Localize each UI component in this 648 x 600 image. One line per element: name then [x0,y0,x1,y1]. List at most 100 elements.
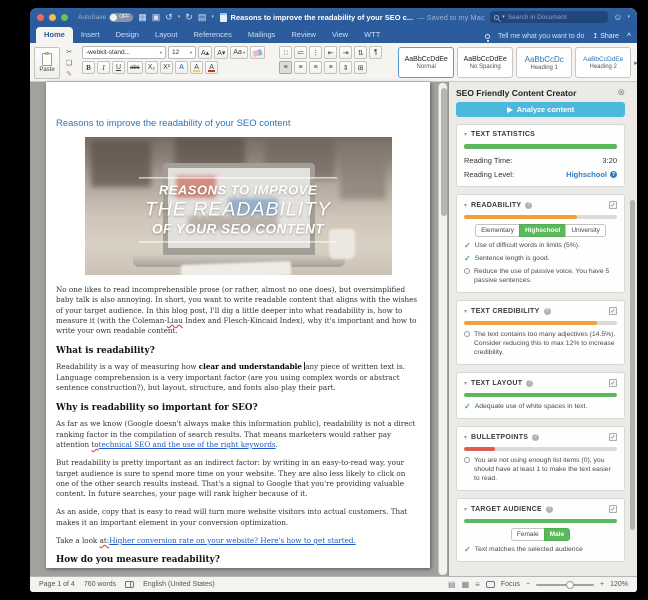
zoom-level[interactable]: 120% [610,581,628,588]
tab-insert[interactable]: Insert [73,27,108,43]
tab-wtt[interactable]: WTT [356,27,388,43]
tab-review[interactable]: Review [283,27,324,43]
text-run[interactable]: Readability is a way of measuring how [56,362,199,371]
search-caret-icon[interactable]: ▾ [502,14,505,20]
undo-caret-icon[interactable]: ▾ [178,14,181,20]
sort-button[interactable]: ⇅ [354,46,368,59]
zoom-out-button[interactable]: − [526,581,530,588]
document-scrollbar-thumb[interactable] [440,88,447,216]
superscript-button[interactable]: X² [160,61,174,74]
subscript-button[interactable]: X₂ [144,61,159,74]
save-icon[interactable]: ▣ [152,12,161,22]
spellcheck-icon[interactable] [125,581,135,588]
search-box[interactable]: ▾ [490,11,609,23]
align-right-button[interactable]: ≡ [309,61,323,74]
section-checkbox[interactable]: ✓ [609,379,617,387]
redo-icon[interactable]: ↻ [185,12,193,22]
help-icon[interactable]: ? [543,307,551,315]
misspelled-word[interactable]: at: [100,536,110,545]
indent-button[interactable]: ⇥ [339,46,353,59]
collapse-ribbon-icon[interactable]: ^ [627,33,631,40]
hero-image[interactable]: REASONS TO IMPROVE THE READABILITY OF YO… [84,137,392,275]
strikethrough-button[interactable]: abc [127,61,143,74]
help-icon[interactable]: ? [532,433,540,441]
chevron-down-icon[interactable]: ▾ [464,506,467,513]
hyperlink-conversion-rate[interactable]: Higher conversion rate on your website? … [109,536,356,545]
misspelled-word[interactable]: Liau [167,316,183,325]
doc-heading-title[interactable]: Reasons to improve the readability of yo… [56,118,420,129]
tab-layout[interactable]: Layout [147,27,186,43]
misspelled-word[interactable]: to [91,440,98,449]
language-indicator[interactable]: English (United States) [143,581,215,588]
style-no-spacing[interactable]: AaBbCcDdEe No Spacing [457,47,514,78]
paragraph-4[interactable]: But readability is pretty important as a… [56,458,420,499]
shrink-font-button[interactable]: A▾ [214,46,229,59]
chevron-down-icon[interactable]: ▾ [464,434,467,441]
clear-formatting-button[interactable] [250,46,266,59]
text-run[interactable]: Take a look [56,536,100,545]
style-normal[interactable]: AaBbCcDdEe Normal [398,47,455,78]
paragraph-1[interactable]: No one likes to read incomprehensible pr… [56,285,420,336]
section-checkbox[interactable]: ✓ [609,505,617,513]
feedback-caret-icon[interactable]: ▾ [627,14,630,20]
chevron-down-icon[interactable]: ▾ [464,131,467,138]
share-button[interactable]: ↥ Share [592,32,619,41]
hyperlink-technical-seo[interactable]: technical SEO and the use of the right k… [99,440,276,449]
style-heading-1[interactable]: AaBbCcDc Heading 1 [516,47,573,78]
toolbar-options-caret-icon[interactable]: ▾ [211,14,214,20]
numbered-list-button[interactable]: ≔ [294,46,308,59]
heading-what-is-readability[interactable]: What is readability? [56,346,420,356]
grow-font-button[interactable]: A▴ [198,46,213,59]
zoom-window-button[interactable] [61,13,68,21]
italic-button[interactable]: I [97,61,110,74]
cut-button[interactable]: ✂ [63,47,75,57]
paste-button[interactable]: Paste [34,46,60,79]
close-pane-icon[interactable]: ⊗ [617,87,625,98]
copy-button[interactable]: ❏ [63,58,75,68]
view-switch-icon[interactable]: ▦ [138,12,147,22]
paragraph-2[interactable]: Readability is a way of measuring how cl… [56,362,420,393]
help-icon[interactable]: ? [525,201,533,209]
pane-scrollbar-thumb[interactable] [630,200,635,530]
change-case-button[interactable]: Aa ▾ [230,46,249,59]
style-heading-2[interactable]: AaBbCcDdEe Heading 2 [575,47,632,78]
zoom-slider[interactable] [536,580,594,589]
align-center-button[interactable]: ≡ [294,61,308,74]
chevron-down-icon[interactable]: ▾ [464,308,467,315]
web-layout-view-icon[interactable]: ▦ [462,580,470,589]
autosave-switch[interactable]: OFF [109,12,134,22]
tell-me-field[interactable]: Tell me what you want to do [498,33,584,40]
paragraph-3[interactable]: As far as we know (Google doesn't always… [56,419,420,450]
feedback-smiley-icon[interactable]: ☺ [613,12,622,22]
document-page[interactable]: Reasons to improve the readability of yo… [46,82,430,568]
outdent-button[interactable]: ⇤ [324,46,338,59]
underline-button[interactable]: U [112,61,125,74]
paragraph-5[interactable]: As an aside, copy that is easy to read w… [56,507,420,528]
zoom-slider-knob[interactable] [566,580,575,589]
pilcrow-button[interactable]: ¶ [369,46,383,59]
bold-run[interactable]: clear and understandable [199,362,302,371]
segment-female[interactable]: Female [510,528,544,541]
heading-how-measure-clipped[interactable]: How do you measure readability? [56,555,420,565]
section-checkbox[interactable]: ✓ [609,307,617,315]
page-indicator[interactable]: Page 1 of 4 [39,581,75,588]
print-layout-view-icon[interactable]: ▤ [448,580,456,589]
word-count[interactable]: 760 words [84,581,116,588]
undo-icon[interactable]: ↺ [165,12,173,22]
segment-university[interactable]: University [565,224,606,237]
bullet-list-button[interactable]: ∷ [279,46,293,59]
font-name-select[interactable]: -webkit-stand... ▾ [82,46,166,59]
focus-label[interactable]: Focus [501,581,520,588]
tab-view[interactable]: View [324,27,356,43]
text-effects-button[interactable]: A [175,61,189,74]
close-window-button[interactable] [37,13,44,21]
format-painter-button[interactable]: ✎ [63,69,75,79]
font-size-select[interactable]: 12 ▾ [168,46,196,59]
borders-button[interactable]: ⊞ [354,61,368,74]
segment-elementary[interactable]: Elementary [475,224,519,237]
section-checkbox[interactable]: ✓ [609,433,617,441]
print-icon[interactable]: ▤ [198,12,207,22]
multilevel-list-button[interactable]: ⋮ [309,46,323,59]
chevron-down-icon[interactable]: ▾ [464,202,467,209]
focus-icon[interactable] [485,581,495,588]
